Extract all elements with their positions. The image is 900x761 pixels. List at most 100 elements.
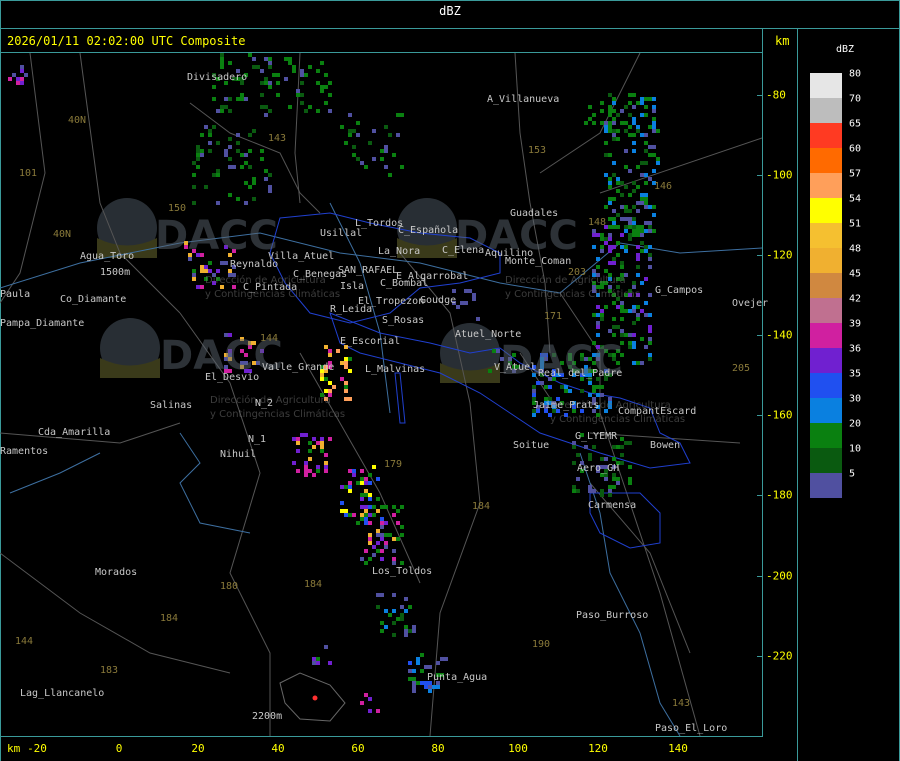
y-tick-mark xyxy=(757,576,763,577)
echo-pixel xyxy=(400,505,404,509)
echo-pixel xyxy=(380,629,384,633)
echo-pixel xyxy=(588,105,592,109)
echo-pixel xyxy=(248,53,252,57)
x-tick-label: 120 xyxy=(588,742,608,755)
echo-pixel xyxy=(644,193,648,197)
place-label: V_Atuel xyxy=(494,362,537,373)
echo-pixel xyxy=(224,105,228,109)
echo-pixel xyxy=(348,129,352,133)
echo-pixel xyxy=(288,57,292,61)
echo-pixel xyxy=(384,149,388,153)
echo-pixel xyxy=(600,237,604,241)
echo-pixel xyxy=(212,85,216,89)
echo-pixel xyxy=(620,453,624,457)
echo-pixel xyxy=(640,101,644,105)
echo-pixel xyxy=(412,681,416,685)
place-label: Los_Toldos xyxy=(372,566,433,577)
echo-pixel xyxy=(604,305,608,309)
echo-pixel xyxy=(620,181,624,185)
legend-swatch xyxy=(810,173,842,198)
place-label: Punta_Agua xyxy=(427,672,488,683)
echo-pixel xyxy=(644,181,648,185)
echo-pixel xyxy=(644,97,648,101)
echo-pixel xyxy=(560,385,564,389)
echo-pixel xyxy=(492,349,496,353)
echo-pixel xyxy=(564,385,568,389)
echo-pixel xyxy=(592,233,596,237)
echo-pixel xyxy=(628,341,632,345)
echo-pixel xyxy=(304,473,308,477)
echo-pixel xyxy=(20,81,24,85)
echo-pixel xyxy=(640,233,644,237)
echo-pixel xyxy=(384,145,388,149)
echo-pixel xyxy=(216,201,220,205)
echo-pixel xyxy=(412,677,416,681)
echo-pixel xyxy=(348,133,352,137)
echo-pixel xyxy=(360,481,364,485)
echo-pixel xyxy=(240,93,244,97)
echo-pixel xyxy=(400,613,404,617)
echo-pixel xyxy=(320,449,324,453)
echo-pixel xyxy=(364,517,368,521)
echo-pixel xyxy=(608,233,612,237)
echo-pixel xyxy=(200,153,204,157)
echo-pixel xyxy=(636,313,640,317)
echo-pixel xyxy=(244,153,248,157)
echo-pixel xyxy=(596,313,600,317)
echo-pixel xyxy=(400,533,404,537)
echo-pixel xyxy=(384,533,388,537)
echo-pixel xyxy=(392,557,396,561)
echo-pixel xyxy=(424,665,428,669)
echo-pixel xyxy=(648,257,652,261)
echo-pixel xyxy=(284,57,288,61)
x-tick-label: 0 xyxy=(115,742,123,755)
echo-pixel xyxy=(268,57,272,61)
place-label: G_Campos xyxy=(655,285,704,296)
echo-pixel xyxy=(236,97,240,101)
echo-pixel xyxy=(648,265,652,269)
place-label: Carmensa xyxy=(588,500,637,511)
echo-pixel xyxy=(192,185,196,189)
echo-pixel xyxy=(608,113,612,117)
echo-pixel xyxy=(420,653,424,657)
route-label: 179 xyxy=(384,459,403,470)
place-label: Cda_Amarilla xyxy=(38,427,111,438)
place-label: A_Villanueva xyxy=(487,94,560,105)
echo-pixel xyxy=(472,293,476,297)
legend-label: 54 xyxy=(849,193,862,205)
legend-label: 39 xyxy=(849,318,862,330)
place-label: CompantEscard xyxy=(618,406,697,417)
echo-pixel xyxy=(368,709,372,713)
echo-pixel xyxy=(404,633,408,637)
echo-pixel xyxy=(420,669,424,673)
echo-pixel xyxy=(648,329,652,333)
place-label: Atuel_Norte xyxy=(455,329,522,340)
legend-label: 10 xyxy=(849,443,862,455)
place-label: C_Elena xyxy=(442,245,485,256)
echo-pixel xyxy=(236,141,240,145)
echo-pixel xyxy=(240,165,244,169)
echo-pixel xyxy=(396,521,400,525)
echo-pixel xyxy=(392,561,396,565)
echo-pixel xyxy=(628,345,632,349)
echo-pixel xyxy=(324,73,328,77)
echo-pixel xyxy=(452,289,456,293)
radar-map[interactable]: DACC Dirección de Agricultura y Contingenc… xyxy=(0,53,768,736)
legend-swatch xyxy=(810,248,842,273)
echo-pixel xyxy=(356,133,360,137)
echo-pixel xyxy=(652,229,656,233)
legend-label: 30 xyxy=(849,393,862,405)
echo-pixel xyxy=(248,185,252,189)
echo-pixel xyxy=(200,285,204,289)
echo-pixel xyxy=(248,165,252,169)
echo-pixel xyxy=(416,661,420,665)
legend-unit: dBZ xyxy=(836,44,855,55)
echo-pixel xyxy=(612,137,616,141)
echo-pixel xyxy=(572,489,576,493)
echo-pixel xyxy=(360,469,364,473)
echo-pixel xyxy=(328,349,332,353)
echo-pixel xyxy=(600,393,604,397)
echo-pixel xyxy=(396,509,400,513)
echo-pixel xyxy=(376,477,380,481)
echo-pixel xyxy=(244,97,248,101)
